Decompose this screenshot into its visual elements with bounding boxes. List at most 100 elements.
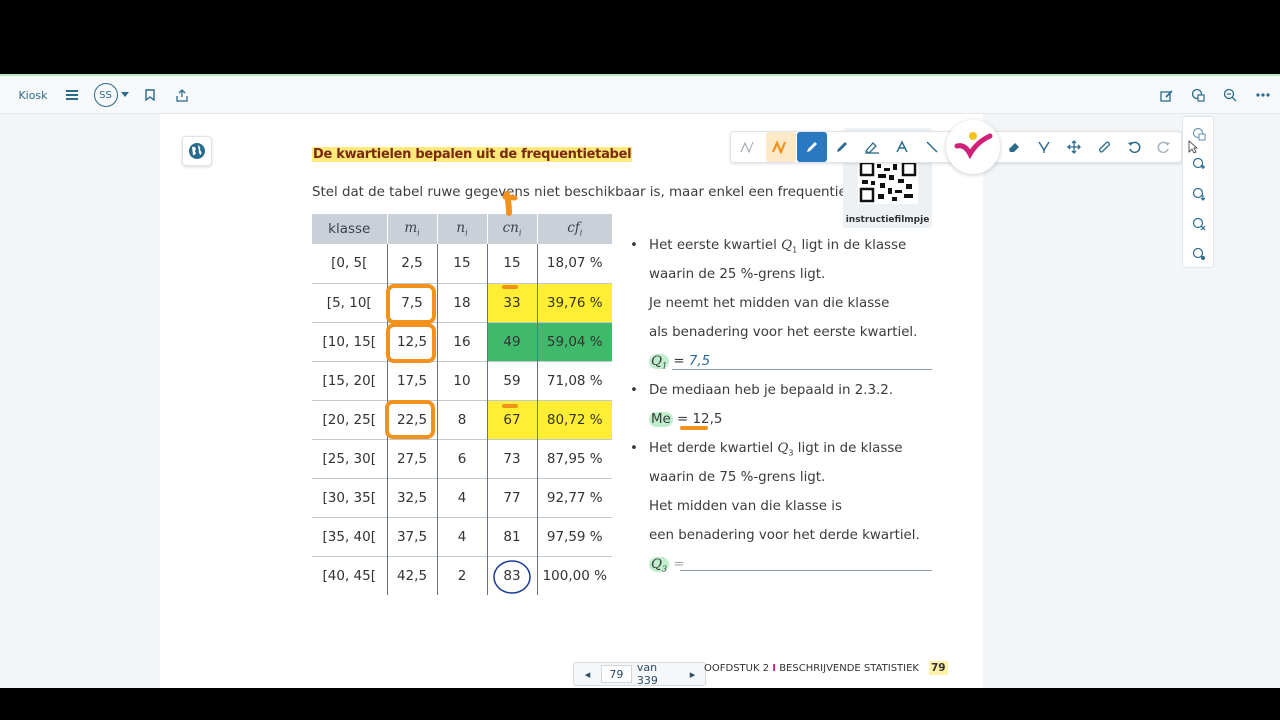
highlighter-icon[interactable] xyxy=(857,132,887,162)
cell-m: 32,5 xyxy=(386,477,437,517)
q1-line4: als benadering voor het eerste kwartiel. xyxy=(649,325,918,340)
table-row: [25, 30[27,5 6 73 87,95 % xyxy=(312,438,612,478)
header-klasse: klasse xyxy=(312,214,387,244)
cell-cf: 80,72 % xyxy=(536,399,612,439)
cell-klasse: [0, 5[ xyxy=(331,255,368,272)
avatar-initials: SS xyxy=(99,89,112,101)
me-answer-line: Me = 12,5 xyxy=(649,412,723,427)
cell-m: 37,5 xyxy=(386,516,437,556)
cell-cn: 15 xyxy=(486,244,537,283)
cell-cf: 18,07 % xyxy=(536,244,612,283)
layer-down-icon[interactable] xyxy=(1184,179,1214,209)
exercise-title: De kwartielen bepalen uit de frequentiet… xyxy=(312,147,633,162)
header-ni: ni xyxy=(436,214,487,244)
next-page-button[interactable]: ▸ xyxy=(680,668,705,681)
cell-cf: 97,59 % xyxy=(536,516,612,556)
header-mi: mi xyxy=(386,214,437,244)
cell-n: 10 xyxy=(436,360,487,400)
q1-line1: Het eerste kwartiel Q1 ligt in de klasse xyxy=(649,238,907,255)
cell-klasse: [10, 15[ xyxy=(312,321,387,361)
cell-klasse: [40, 45[ xyxy=(312,555,387,595)
table-row: [40, 45[42,5 2 83 100,00 % xyxy=(312,555,612,595)
layer-settings-icon[interactable] xyxy=(1184,239,1214,269)
select-icon[interactable] xyxy=(1029,132,1059,162)
freehand-thin-icon[interactable] xyxy=(734,132,764,162)
cell-m: 27,5 xyxy=(386,438,437,478)
chevron-down-icon xyxy=(120,92,129,97)
prev-page-button[interactable]: ◂ xyxy=(574,668,601,681)
undo-icon[interactable] xyxy=(1119,132,1149,162)
cell-klasse: [5, 10[ xyxy=(312,282,387,322)
header-cni: cni xyxy=(486,214,537,244)
side-tools-panel xyxy=(1182,116,1214,268)
eraser-icon[interactable] xyxy=(999,132,1029,162)
kiosk-button[interactable]: Kiosk xyxy=(18,76,48,114)
text-tool-icon[interactable] xyxy=(887,132,917,162)
page-number-input[interactable]: 79 xyxy=(600,665,632,683)
cell-n: 6 xyxy=(436,438,487,478)
share-icon[interactable] xyxy=(174,76,190,114)
q3-line2: waarin de 75 %-grens ligt. xyxy=(649,470,826,485)
table-row: [20, 25[22,5 8 67 80,72 % xyxy=(312,399,612,439)
attach-icon[interactable] xyxy=(1089,132,1119,162)
cell-klasse: [20, 25[ xyxy=(312,399,387,439)
me-label: Me xyxy=(649,412,673,427)
brand-logo xyxy=(946,120,1000,174)
line-tool-icon[interactable] xyxy=(917,132,947,162)
screen: Kiosk SS De kwartielen bepalen uit de fr… xyxy=(0,0,1280,720)
cell-klasse: [25, 30[ xyxy=(312,438,387,478)
page-navigator: ◂ 79 van 339 ▸ xyxy=(573,661,706,687)
table-row: [5, 10[7,5 18 33 39,76 % xyxy=(312,282,612,322)
bullet-dot: • xyxy=(630,441,638,456)
q1-answer: 7,5 xyxy=(688,354,711,369)
cell-m: 2,5 xyxy=(386,244,437,283)
bookmark-icon[interactable] xyxy=(142,76,158,114)
table-row: [30, 35[32,5 4 77 92,77 % xyxy=(312,477,612,517)
cell-n: 4 xyxy=(436,477,487,517)
cell-cn: 73 xyxy=(486,438,537,478)
cell-cf: 71,08 % xyxy=(536,360,612,400)
cell-n: 4 xyxy=(436,516,487,556)
kiosk-label: Kiosk xyxy=(18,88,48,102)
cell-n: 2 xyxy=(436,555,487,595)
cell-cn: 49 xyxy=(486,321,537,361)
mouse-cursor-icon xyxy=(1188,140,1198,154)
cell-cf: 39,76 % xyxy=(536,282,612,322)
page-number: 79 xyxy=(929,661,948,675)
cell-cn: 83 xyxy=(486,555,537,595)
pen-icon[interactable] xyxy=(797,132,827,162)
bullet-dot: • xyxy=(630,238,638,253)
qr-code-icon xyxy=(858,160,918,204)
frequency-table: klasse mi ni cni cfi [0, 5[2,5 15 15 18,07 … xyxy=(312,214,612,595)
me-answer: 12,5 xyxy=(692,412,723,427)
table-row: [35, 40[37,5 4 81 97,59 % xyxy=(312,516,612,556)
cell-n: 8 xyxy=(436,399,487,439)
move-icon[interactable] xyxy=(1059,132,1089,162)
exercise-intro: Stel dat de tabel ruwe gegevens niet bes… xyxy=(312,185,885,200)
zoom-icon[interactable] xyxy=(1222,76,1238,114)
avatar: SS xyxy=(93,83,118,107)
footer-chapter: OOFDSTUK 2 xyxy=(704,663,770,674)
freehand-thick-icon[interactable] xyxy=(766,132,796,162)
table-row: [0, 5[2,5 15 15 18,07 % xyxy=(312,244,612,283)
marker-icon[interactable] xyxy=(827,132,857,162)
cell-m: 7,5 xyxy=(386,282,437,322)
cell-cf: 92,77 % xyxy=(536,477,612,517)
annotations-icon[interactable] xyxy=(1190,76,1206,114)
q1-label: Q1 xyxy=(649,354,670,371)
globe-button[interactable] xyxy=(182,136,212,166)
cell-klasse: [30, 35[ xyxy=(312,477,387,517)
edit-icon[interactable] xyxy=(1158,76,1174,114)
remove-layer-icon[interactable] xyxy=(1184,209,1214,239)
redo-icon[interactable] xyxy=(1149,132,1179,162)
q3-line4: een benadering voor het derde kwartiel. xyxy=(649,528,920,543)
cell-m: 12,5 xyxy=(386,321,437,361)
globe-icon xyxy=(189,143,205,159)
q3-answer-field[interactable] xyxy=(680,570,932,571)
q3-answer-line: Q3 = xyxy=(649,557,685,574)
menu-icon[interactable] xyxy=(62,76,82,114)
more-options-icon[interactable] xyxy=(1254,76,1272,114)
avatar-menu[interactable]: SS xyxy=(93,76,129,114)
cell-cn: 77 xyxy=(486,477,537,517)
footer-section: BESCHRIJVENDE STATISTIEK xyxy=(779,663,919,674)
